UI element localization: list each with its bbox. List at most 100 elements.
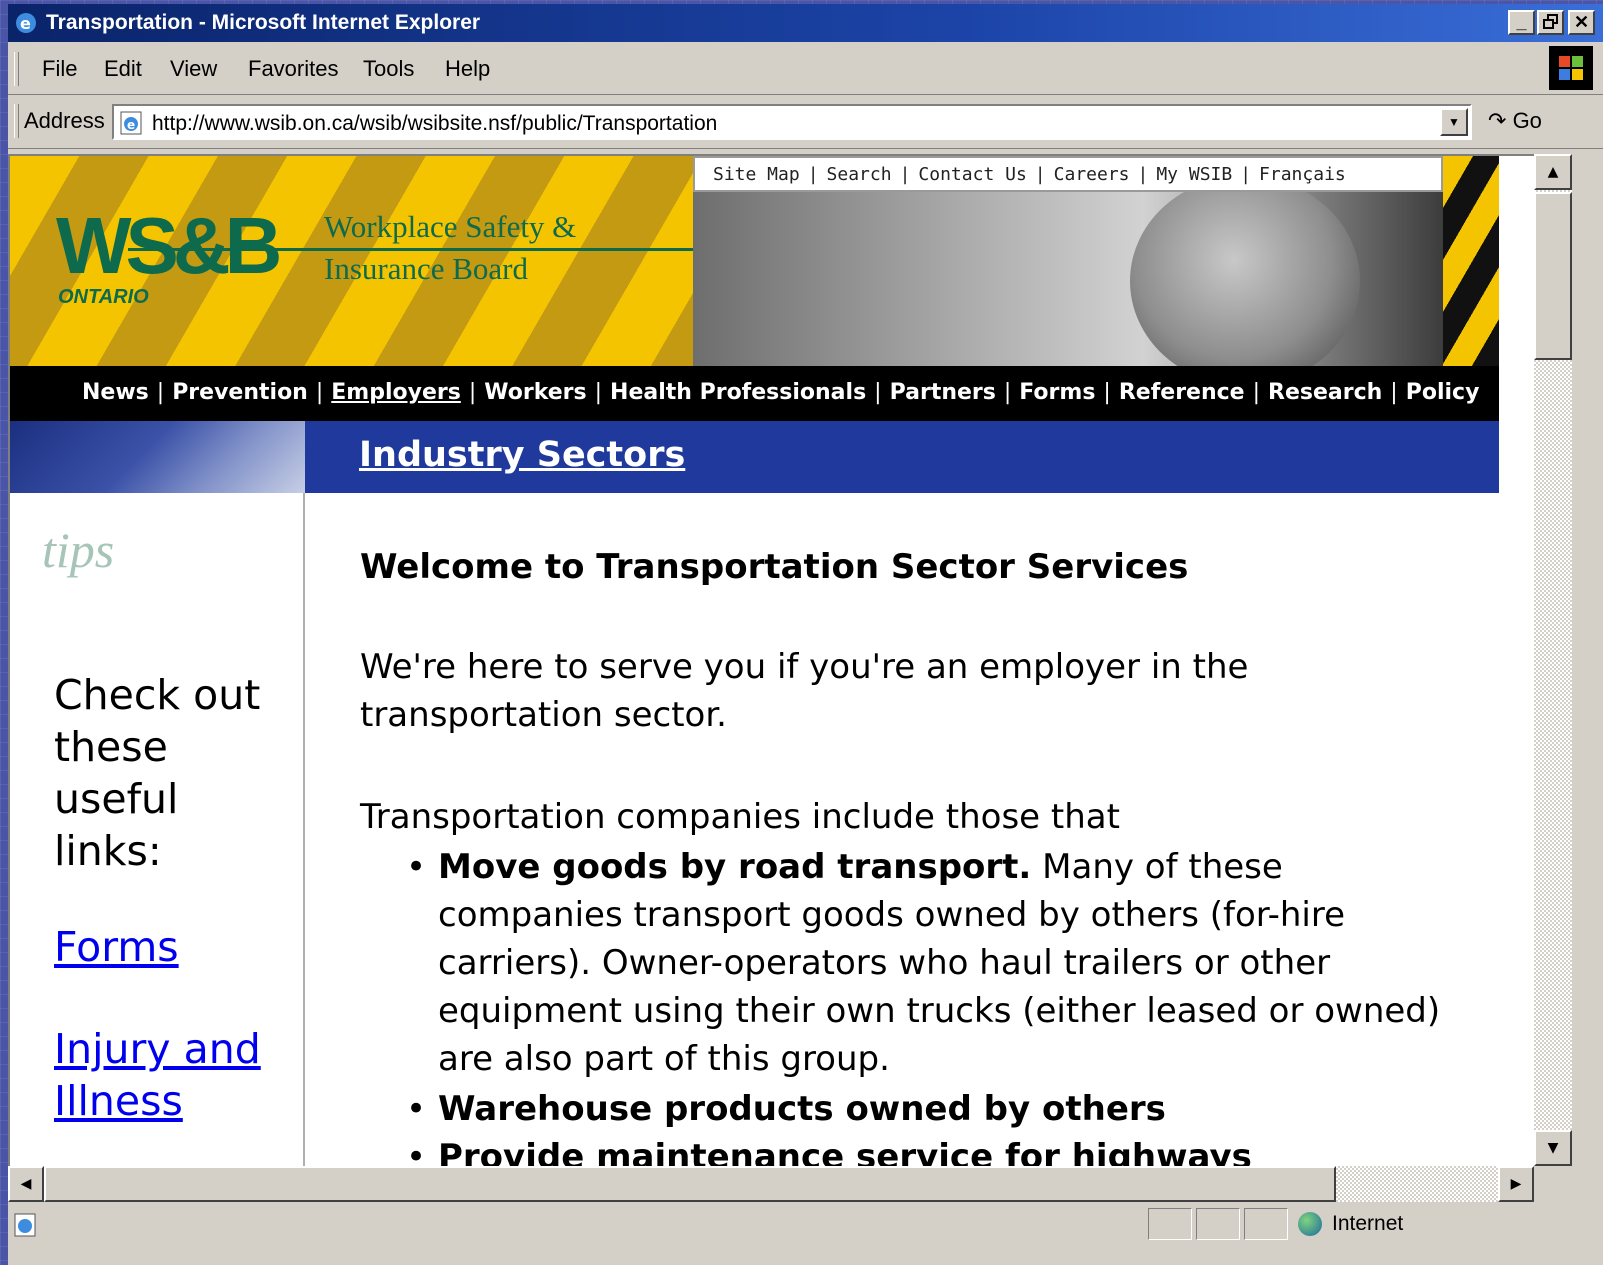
utility-link-francais[interactable]: Français [1259,164,1346,185]
list-item-bold: Move goods by road transport. [438,847,1032,887]
list-item: Provide maintenance service for highways [406,1133,1478,1166]
nav-forms[interactable]: Forms [1019,380,1095,405]
tips-intro: Check out these useful links: [54,671,261,875]
maximize-button[interactable] [1537,10,1564,35]
separator: | [1003,380,1012,405]
utility-link-my-wsib[interactable]: My WSIB [1156,164,1232,185]
page-heading: Welcome to Transportation Sector Service… [360,547,1189,587]
separator: | [1240,164,1252,185]
wsib-logo[interactable]: WS&B ONTARIO [56,201,282,309]
org-name: Workplace Safety & Insurance Board [324,206,576,290]
nav-research[interactable]: Research [1268,380,1382,405]
nav-prevention[interactable]: Prevention [172,380,308,405]
tips-sidebar: tips Check out these useful links: Forms… [10,493,305,1166]
vertical-scroll-thumb[interactable] [1534,192,1572,360]
go-button[interactable]: ↷ Go [1488,108,1542,134]
separator: | [1137,164,1149,185]
toolbar-grip[interactable] [14,104,19,138]
status-pane [1148,1208,1192,1240]
utility-link-careers[interactable]: Careers [1054,164,1130,185]
separator: | [807,164,819,185]
address-label: Address [24,108,105,133]
horizontal-scrollbar[interactable]: ◀ ▶ [8,1166,1534,1202]
sidebar-link-forms[interactable]: Forms [54,921,294,973]
main-navigation: News | Prevention | Employers | Workers | Health… [10,366,1499,421]
menu-edit[interactable]: Edit [104,56,142,82]
security-zone: Internet [1298,1212,1403,1237]
separator: | [594,380,603,405]
menu-help[interactable]: Help [445,56,490,82]
separator: | [899,164,911,185]
nav-policy[interactable]: Policy [1406,380,1480,405]
menu-tools[interactable]: Tools [363,56,414,82]
address-input[interactable]: e http://www.wsib.on.ca/wsib/wsibsite.ns… [112,104,1472,140]
separator: | [874,380,882,405]
utility-link-contact[interactable]: Contact Us [918,164,1026,185]
close-button[interactable]: ✕ [1568,10,1595,35]
globe-icon [1298,1212,1322,1237]
windows-logo-icon [1549,46,1593,90]
svg-text:e: e [20,14,31,33]
org-name-line1: Workplace Safety & [324,209,577,244]
horizontal-scroll-thumb[interactable] [44,1166,1336,1202]
go-arrow-icon: ↷ [1488,108,1507,133]
nav-partners[interactable]: Partners [890,380,996,405]
toolbar-grip[interactable] [14,52,19,86]
internet-explorer-icon: e [16,13,36,33]
utility-link-search[interactable]: Search [827,164,892,185]
section-header: Industry Sectors [305,421,1499,493]
scroll-up-button[interactable]: ▲ [1534,154,1572,190]
status-bar: Internet [8,1204,1603,1265]
chevron-right-icon: ▶ [1510,1176,1522,1192]
list-item-bold: Provide maintenance service for highways [438,1137,1252,1166]
chevron-left-icon: ◀ [20,1176,32,1192]
scroll-right-button[interactable]: ▶ [1498,1166,1534,1202]
separator: | [315,380,324,405]
separator: | [1034,164,1046,185]
restore-icon [1542,14,1558,29]
browser-window: e Transportation - Microsoft Internet Ex… [8,4,1603,1265]
utility-links: Site Map | Search | Contact Us | Careers | My WS… [693,156,1443,192]
scroll-down-button[interactable]: ▼ [1534,1130,1572,1166]
hazard-stripe [1443,156,1499,366]
scroll-left-button[interactable]: ◀ [8,1166,44,1202]
separator: | [1252,380,1261,405]
org-name-line2: Insurance Board [324,251,528,286]
nav-employers[interactable]: Employers [331,380,461,405]
status-pane [1244,1208,1288,1240]
minimize-button[interactable]: _ [1508,10,1535,35]
list-item-bold: Warehouse products owned by others [438,1089,1166,1129]
nav-workers[interactable]: Workers [484,380,586,405]
menu-file[interactable]: File [42,56,77,82]
chevron-up-icon: ▲ [1547,164,1559,180]
nav-health-professionals[interactable]: Health Professionals [610,380,866,405]
header-photo-portrait [1130,176,1360,386]
nav-news[interactable]: News [82,380,149,405]
go-label: Go [1512,108,1542,133]
page-viewport: WS&B ONTARIO Workplace Safety & Insuranc… [8,154,1534,1166]
companies-paragraph: Transportation companies include those t… [360,797,1120,837]
section-title-link[interactable]: Industry Sectors [359,435,685,475]
menu-favorites[interactable]: Favorites [248,56,338,82]
separator: | [468,380,477,405]
page-icon: e [120,111,142,135]
tips-heading: tips [42,522,115,578]
address-dropdown-button[interactable]: ▼ [1440,108,1468,136]
chevron-down-icon: ▼ [1547,1140,1559,1156]
separator: | [156,380,165,405]
chevron-down-icon: ▼ [1448,115,1460,129]
address-url: http://www.wsib.on.ca/wsib/wsibsite.nsf/… [152,112,718,135]
list-item: Move goods by road transport. Many of th… [406,843,1478,1083]
utility-link-site-map[interactable]: Site Map [713,164,800,185]
address-bar: Address e http://www.wsib.on.ca/wsib/wsi… [8,96,1603,149]
logo-wordmark: WS&B [56,201,282,290]
title-bar: e Transportation - Microsoft Internet Ex… [8,4,1603,42]
menu-view[interactable]: View [170,56,217,82]
sidebar-link-injury-illness[interactable]: Injury and Illness [54,1023,294,1127]
vertical-scrollbar[interactable]: ▲ ▼ [1534,154,1572,1166]
status-pane [1196,1208,1240,1240]
separator: | [1103,380,1111,405]
svg-text:e: e [127,118,135,132]
list-item: Warehouse products owned by others [406,1085,1478,1133]
nav-reference[interactable]: Reference [1119,380,1245,405]
